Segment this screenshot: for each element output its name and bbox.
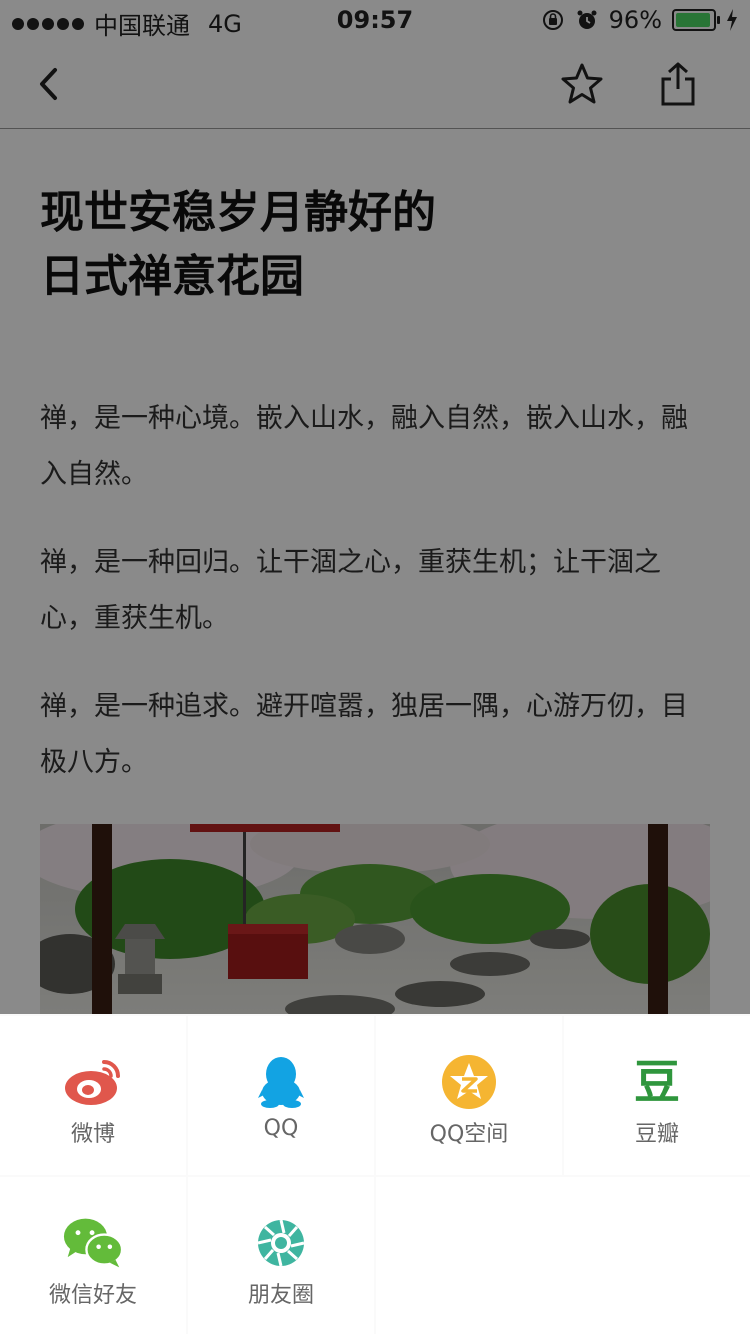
share-qzone[interactable]: QQ空间 (376, 1016, 562, 1175)
douban-glyph: 豆 (634, 1055, 680, 1109)
weibo-icon (63, 1052, 123, 1112)
share-wechat-label: 微信好友 (48, 1283, 137, 1308)
share-qq-label: QQ (263, 1116, 299, 1141)
dim-overlay[interactable] (0, 0, 750, 1014)
qq-icon (251, 1052, 311, 1112)
share-wechat-friends[interactable]: 微信好友 (0, 1177, 186, 1336)
share-empty-area (376, 1177, 750, 1336)
wechat-icon (63, 1213, 123, 1273)
share-moments[interactable]: 朋友圈 (188, 1177, 374, 1336)
share-weibo[interactable]: 微博 (0, 1016, 186, 1175)
share-moments-label: 朋友圈 (247, 1283, 314, 1308)
share-qzone-label: QQ空间 (429, 1122, 509, 1147)
douban-icon: 豆 (627, 1052, 687, 1112)
moments-icon (251, 1213, 311, 1273)
share-douban-label: 豆瓣 (634, 1122, 679, 1147)
qzone-icon (439, 1052, 499, 1112)
share-sheet: 微博 QQ QQ空间 豆 豆瓣 微信好友 朋友圈 (0, 1014, 750, 1336)
share-qq[interactable]: QQ (188, 1016, 374, 1175)
share-weibo-label: 微博 (70, 1122, 115, 1147)
share-douban[interactable]: 豆 豆瓣 (564, 1016, 750, 1175)
